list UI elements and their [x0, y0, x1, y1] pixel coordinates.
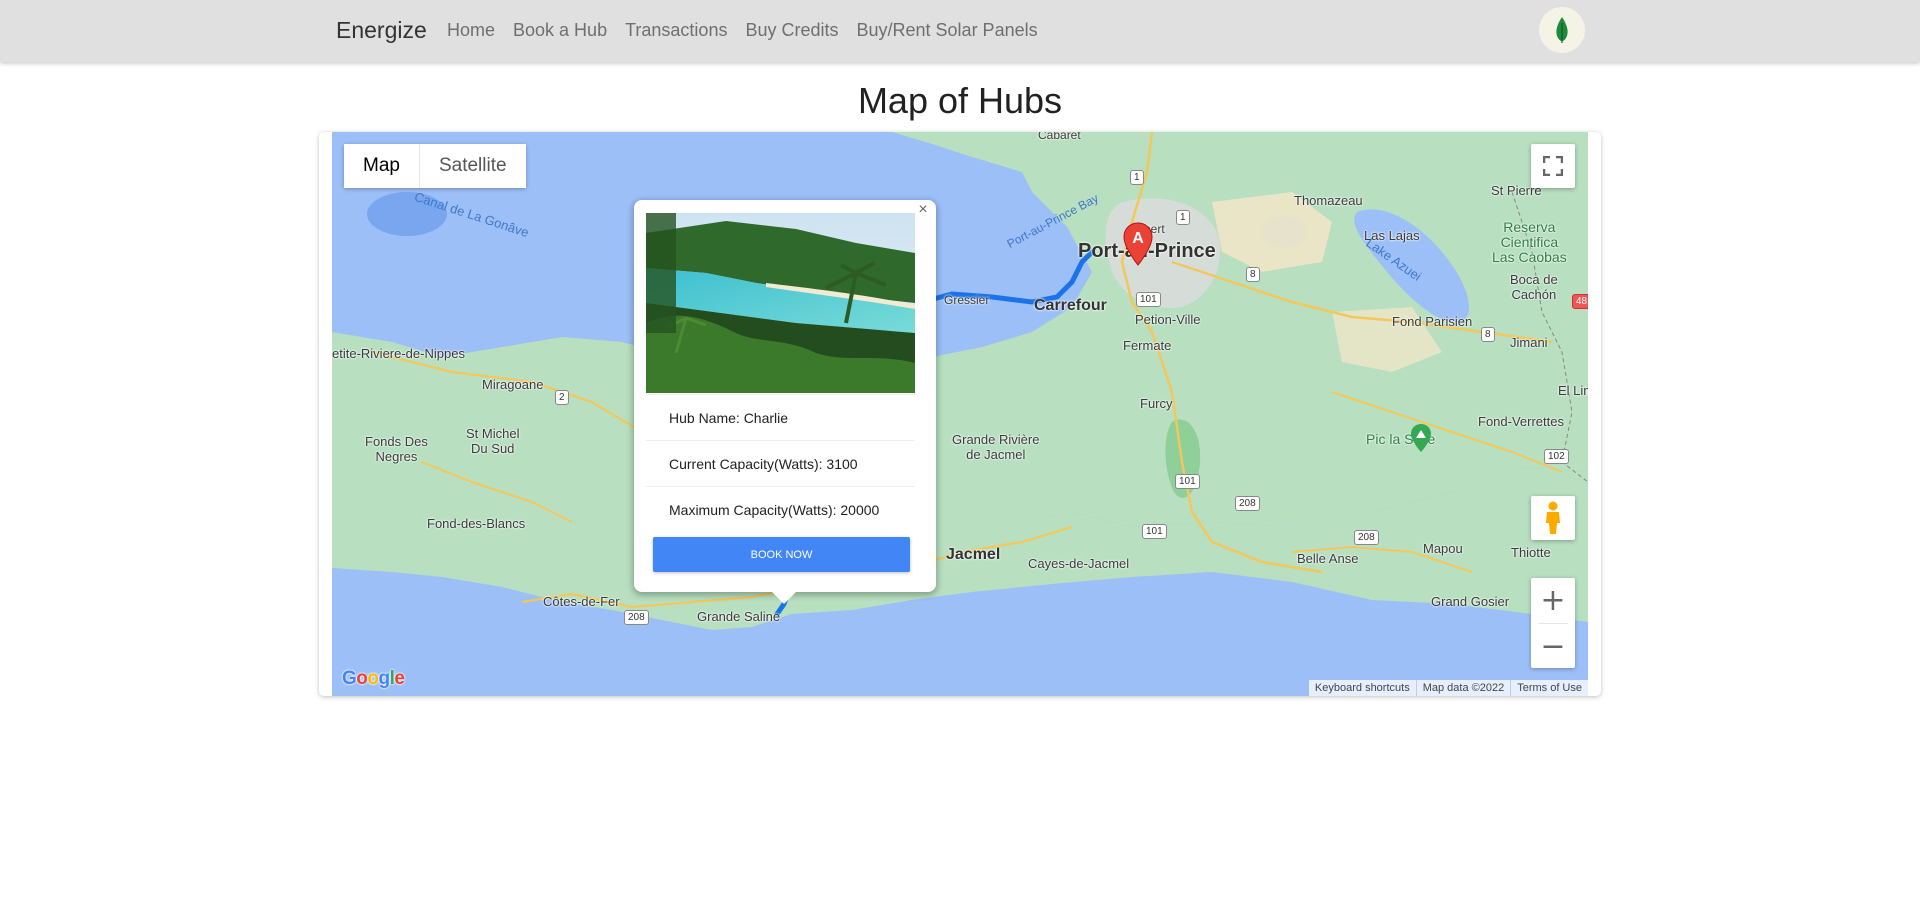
nav-home[interactable]: Home [447, 20, 495, 41]
map-label-st-michel: St Michel Du Sud [466, 426, 520, 456]
zoom-out-button[interactable]: − [1531, 624, 1575, 669]
map-label-mapou: Mapou [1423, 541, 1463, 556]
map-card: Port-au-Prince Carrefour Petion-Ville Fe… [319, 132, 1601, 696]
route-shield: 2 [555, 390, 569, 405]
street-view-button[interactable] [1531, 496, 1575, 540]
route-shield: 208 [1235, 496, 1260, 511]
current-capacity-row: Current Capacity(Watts): 3100 [646, 440, 915, 486]
zoom-control: + − [1531, 578, 1575, 668]
nav-buy-credits[interactable]: Buy Credits [745, 20, 838, 41]
nav-buy-rent-solar-panels[interactable]: Buy/Rent Solar Panels [857, 20, 1038, 41]
hub-name-row: Hub Name: Charlie [646, 394, 915, 440]
route-shield: 101 [1136, 292, 1161, 307]
map-label-fond-verrettes: Fond-Verrettes [1478, 414, 1564, 429]
route-shield: 102 [1544, 449, 1569, 464]
park-marker-icon [1411, 424, 1431, 452]
map-label-fermate: Fermate [1123, 338, 1172, 353]
fullscreen-icon [1543, 156, 1563, 176]
route-shield: 101 [1142, 524, 1167, 539]
info-window-tail [772, 592, 796, 604]
map-label-fond-parisien: Fond Parisien [1392, 314, 1473, 329]
map-label-miragoane: Miragoane [482, 377, 544, 392]
route-shield: 208 [624, 610, 649, 625]
maximum-capacity-row: Maximum Capacity(Watts): 20000 [646, 486, 915, 532]
map-label-thomazeau: Thomazeau [1294, 193, 1363, 208]
map-data-attribution: Map data ©2022 [1415, 680, 1511, 696]
map-footer: Keyboard shortcuts Map data ©2022 Terms … [1308, 680, 1588, 696]
map-canvas[interactable]: Port-au-Prince Carrefour Petion-Ville Fe… [332, 132, 1588, 696]
page-title: Map of Hubs [857, 80, 1063, 121]
brand-link[interactable]: Energize [336, 17, 427, 44]
map-label-thiotte: Thiotte [1511, 545, 1551, 560]
map-label-el-lim: El Lim [1558, 383, 1588, 398]
map-label-jimani: Jimani [1510, 335, 1548, 350]
beach-photo-image [646, 213, 915, 393]
map-label-petite-riviere: etite-Riviere-de-Nippes [332, 346, 465, 361]
marker-label: A [1132, 230, 1144, 247]
user-avatar[interactable] [1539, 7, 1585, 53]
hub-info-window: × Hub Name: Charlie Current Capacity(Wat… [634, 200, 936, 604]
route-shield: 1 [1176, 210, 1190, 225]
map-label-grande-riviere: Grande Rivière de Jacmel [952, 432, 1040, 462]
close-icon[interactable]: × [914, 201, 932, 219]
nav-links: Home Book a Hub Transactions Buy Credits… [447, 20, 1038, 41]
route-shield: 8 [1481, 327, 1495, 342]
map-label-reserva: Reserva Cientifica Las Caobas [1492, 219, 1567, 265]
map-label-cabaret: Cabaret [1038, 132, 1081, 142]
zoom-in-button[interactable]: + [1531, 578, 1575, 623]
navbar: Energize Home Book a Hub Transactions Bu… [0, 0, 1920, 62]
leaf-icon [1556, 17, 1568, 43]
nav-transactions[interactable]: Transactions [625, 20, 727, 41]
map-label-carrefour: Carrefour [1034, 297, 1107, 314]
route-shield: 8 [1246, 267, 1260, 282]
map-label-grande-saline: Grande Saline [697, 609, 781, 624]
map-label-cotes-de-fer: Côtes-de-Fer [543, 594, 620, 609]
map-label-grand-gosier: Grand Gosier [1431, 594, 1510, 609]
hub-photo [646, 213, 915, 393]
google-logo[interactable]: Google [342, 668, 405, 690]
map-label-cayes-de-jacmel: Cayes-de-Jacmel [1028, 556, 1130, 571]
route-shield: 1 [1130, 170, 1144, 185]
marker-a-icon[interactable]: A [1123, 222, 1153, 266]
keyboard-shortcuts-link[interactable]: Keyboard shortcuts [1309, 680, 1416, 696]
route-shield: 101 [1175, 474, 1200, 489]
book-now-button[interactable]: BOOK NOW [653, 537, 910, 572]
map-label-fonds-des-negres: Fonds Des Negres [365, 434, 428, 464]
map-terrain [332, 132, 1588, 630]
pegman-icon [1546, 501, 1560, 534]
route-shield: 208 [1354, 530, 1379, 545]
map-label-furcy: Furcy [1140, 396, 1173, 411]
map-label-fond-des-blancs: Fond-des-Blancs [427, 516, 526, 531]
map-label-gressier: Gressier [944, 293, 990, 307]
nav-book-a-hub[interactable]: Book a Hub [513, 20, 607, 41]
map-label-jacmel: Jacmel [946, 546, 1001, 563]
map-label-belle-anse: Belle Anse [1297, 551, 1359, 566]
map-label-petion-ville: Petion-Ville [1135, 312, 1201, 327]
terms-of-use-link[interactable]: Terms of Use [1510, 680, 1588, 696]
map-label-boca-de-cachon: Boca de Cachón [1510, 272, 1558, 302]
map-type-control: Map Satellite [344, 144, 526, 188]
fullscreen-button[interactable] [1531, 144, 1575, 188]
map-type-map-button[interactable]: Map [344, 144, 419, 188]
route-shield: 48 [1572, 294, 1588, 309]
map-type-satellite-button[interactable]: Satellite [419, 144, 526, 188]
